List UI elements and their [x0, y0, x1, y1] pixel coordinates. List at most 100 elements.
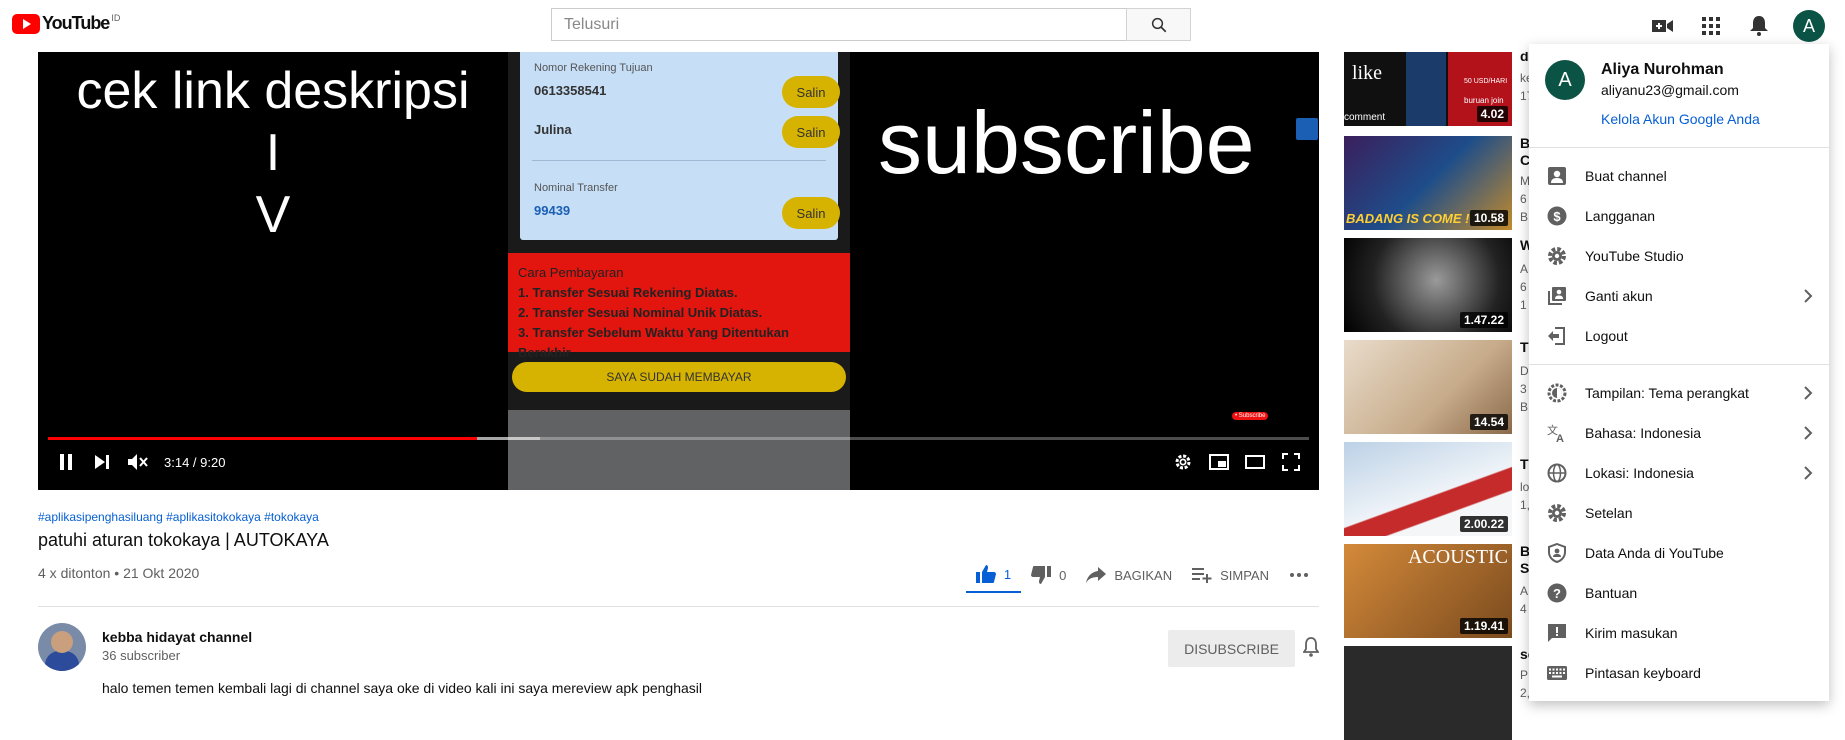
payment-step: 2. Transfer Sesuai Nominal Unik Diatas. [518, 305, 763, 320]
menu-item-switch-account[interactable]: Ganti akun [1529, 276, 1829, 316]
duration-badge: 10.58 [1469, 210, 1508, 226]
duration-badge: 1.19.41 [1459, 618, 1508, 634]
youtube-logo[interactable]: YouTube ID [12, 13, 120, 34]
recommendation-title[interactable]: T [1520, 339, 1529, 355]
more-actions-button[interactable] [1279, 564, 1319, 586]
overlay-text-subscribe: subscribe [878, 93, 1255, 192]
menu-item-purchases[interactable]: $ Langganan [1529, 196, 1829, 236]
notifications-button[interactable] [1745, 12, 1773, 40]
save-button[interactable]: SIMPAN [1182, 559, 1279, 591]
apps-button[interactable] [1697, 12, 1725, 40]
amount-value: 99439 [534, 203, 571, 218]
copy-button: Salin [782, 116, 840, 148]
progress-bar[interactable] [48, 437, 1309, 440]
theater-mode-icon [1245, 455, 1265, 469]
search-button[interactable] [1126, 8, 1191, 41]
menu-item-language[interactable]: 文A Bahasa: Indonesia [1529, 413, 1829, 453]
search-input[interactable] [551, 8, 1126, 41]
share-label: BAGIKAN [1114, 567, 1173, 583]
account-email: aliyanu23@gmail.com [1601, 82, 1739, 98]
menu-item-feedback[interactable]: Kirim masukan [1529, 613, 1829, 653]
fullscreen-button[interactable] [1273, 444, 1309, 480]
recommendation-meta: S [1520, 560, 1530, 576]
like-button[interactable]: 1 [965, 557, 1022, 593]
svg-text:?: ? [1553, 586, 1561, 601]
chevron-right-icon [1803, 421, 1813, 448]
create-video-button[interactable] [1649, 12, 1677, 40]
bell-outline-icon [1302, 637, 1320, 657]
next-button[interactable] [84, 444, 120, 480]
unsubscribe-button[interactable]: DISUBSCRIBE [1168, 630, 1295, 667]
account-avatar-button[interactable]: A [1793, 10, 1825, 42]
menu-item-logout[interactable]: Logout [1529, 316, 1829, 356]
copy-button: Salin [782, 76, 840, 108]
amount-label: Nominal Transfer [534, 182, 618, 194]
menu-item-label: Setelan [1585, 505, 1633, 521]
recommendation-thumbnail[interactable]: ACOUSTIC 1.19.41 [1344, 544, 1512, 638]
recommendation-thumbnail[interactable]: 2.00.22 [1344, 442, 1512, 536]
save-label: SIMPAN [1220, 567, 1269, 583]
channel-avatar[interactable] [38, 623, 86, 671]
payment-instructions: Cara Pembayaran 1. Transfer Sesuai Reken… [508, 253, 850, 360]
menu-item-location[interactable]: Lokasi: Indonesia [1529, 453, 1829, 493]
thumb-subtext: comment [1344, 112, 1386, 123]
paid-button: SAYA SUDAH MEMBAYAR [512, 362, 846, 392]
logout-icon [1545, 324, 1569, 348]
account-avatar: A [1545, 60, 1585, 100]
recommendation-meta: lo [1520, 480, 1530, 494]
menu-item-label: Bantuan [1585, 585, 1638, 601]
overlay-line: V [255, 186, 291, 244]
view-count: 4 x ditonton • 21 Okt 2020 [38, 565, 200, 581]
menu-item-appearance[interactable]: Tampilan: Tema perangkat [1529, 373, 1829, 413]
transfer-card: Nomor Rekening Tujuan 0613358541 Salin J… [520, 52, 840, 240]
country-code: ID [111, 13, 121, 23]
share-button[interactable]: BAGIKAN [1076, 559, 1182, 591]
hashtags-link[interactable]: #aplikasipenghasiluang #aplikasitokokaya… [38, 510, 1319, 524]
mute-button[interactable] [120, 444, 156, 480]
settings-button[interactable] [1165, 444, 1201, 480]
dislike-button[interactable]: 0 [1021, 558, 1076, 592]
miniplayer-button[interactable] [1201, 444, 1237, 480]
channel-notifications-button[interactable] [1302, 637, 1320, 662]
recommendation-thumbnail[interactable]: 1.47.22 [1344, 238, 1512, 332]
menu-item-settings[interactable]: Setelan [1529, 493, 1829, 533]
menu-item-label: Kirim masukan [1585, 625, 1678, 641]
recommendation-title[interactable]: T [1520, 456, 1529, 472]
recommendation-meta: 6 [1520, 192, 1527, 206]
fullscreen-icon [1282, 453, 1300, 471]
channel-name[interactable]: kebba hidayat channel [102, 629, 252, 645]
video-camera-icon [1652, 20, 1673, 32]
menu-group-settings: Tampilan: Tema perangkat 文A Bahasa: Indo… [1529, 365, 1829, 701]
miniplayer-icon [1209, 454, 1229, 470]
menu-item-your-data[interactable]: Data Anda di YouTube [1529, 533, 1829, 573]
menu-item-help[interactable]: ? Bantuan [1529, 573, 1829, 613]
like-count: 1 [1003, 566, 1012, 582]
youtube-play-icon [12, 13, 40, 34]
recommendation-thumbnail[interactable]: BADANG IS COME ! 10.58 [1344, 136, 1512, 230]
phone-screen: Nomor Rekening Tujuan 0613358541 Salin J… [508, 52, 850, 490]
theater-mode-button[interactable] [1237, 444, 1273, 480]
menu-item-youtube-studio[interactable]: YouTube Studio [1529, 236, 1829, 276]
dollar-icon: $ [1545, 204, 1569, 228]
recommendation-meta: B [1520, 210, 1529, 224]
channel-subscriber-count: 36 subscriber [102, 648, 181, 663]
pause-button[interactable] [48, 444, 84, 480]
share-icon [1086, 567, 1107, 583]
recommendation-meta: 6 [1520, 280, 1527, 294]
chevron-right-icon [1803, 381, 1813, 408]
chevron-right-icon [1803, 284, 1813, 311]
recommendation-thumbnail[interactable]: 14.54 [1344, 340, 1512, 434]
recommendation-thumbnail[interactable] [1344, 646, 1512, 740]
manage-google-account-link[interactable]: Kelola Akun Google Anda [1601, 111, 1760, 127]
account-number: 0613358541 [534, 83, 607, 98]
menu-item-create-channel[interactable]: Buat channel [1529, 156, 1829, 196]
recommendation-meta: D [1520, 364, 1529, 378]
chevron-right-icon [1803, 461, 1813, 488]
video-player[interactable]: cek link deskripsi I V subscribe Nomor R… [38, 52, 1319, 490]
more-horizontal-icon [1290, 573, 1308, 577]
thumbs-up-icon [975, 565, 996, 583]
menu-group-account: Buat channel $ Langganan YouTube Studio … [1529, 148, 1829, 365]
account-header: A Aliya Nurohman aliyanu23@gmail.com Kel… [1529, 44, 1829, 148]
keyboard-icon [1545, 661, 1569, 685]
menu-item-keyboard-shortcuts[interactable]: Pintasan keyboard [1529, 653, 1829, 693]
